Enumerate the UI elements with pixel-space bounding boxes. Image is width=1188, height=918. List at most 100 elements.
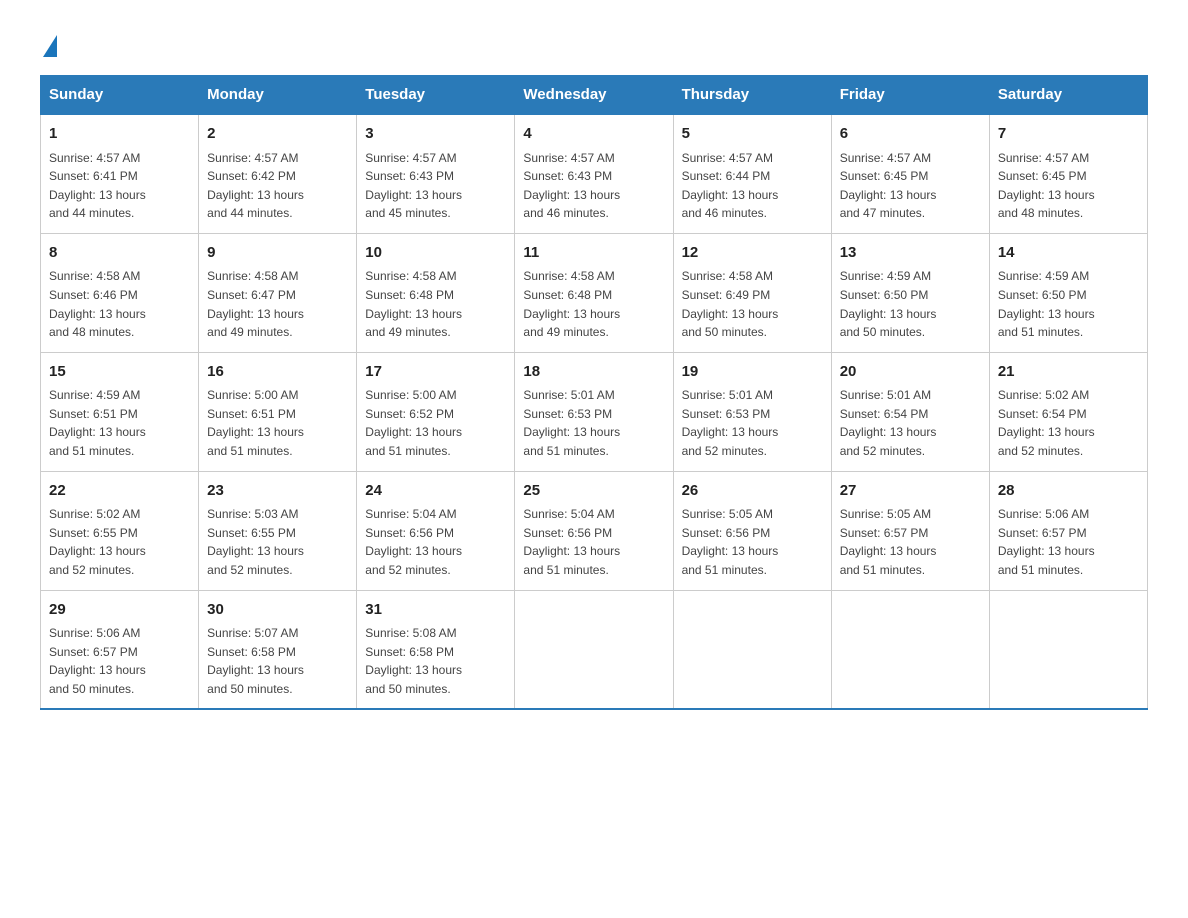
day-number: 6 xyxy=(840,123,981,146)
day-info: Sunrise: 5:06 AM Sunset: 6:57 PM Dayligh… xyxy=(998,505,1139,579)
calendar-day-cell: 21 Sunrise: 5:02 AM Sunset: 6:54 PM Dayl… xyxy=(989,352,1147,471)
calendar-day-cell: 28 Sunrise: 5:06 AM Sunset: 6:57 PM Dayl… xyxy=(989,471,1147,590)
day-number: 5 xyxy=(682,123,823,146)
day-number: 3 xyxy=(365,123,506,146)
calendar-day-cell: 25 Sunrise: 5:04 AM Sunset: 6:56 PM Dayl… xyxy=(515,471,673,590)
calendar-header-row: SundayMondayTuesdayWednesdayThursdayFrid… xyxy=(41,76,1148,115)
day-info: Sunrise: 5:05 AM Sunset: 6:57 PM Dayligh… xyxy=(840,505,981,579)
calendar-day-cell: 18 Sunrise: 5:01 AM Sunset: 6:53 PM Dayl… xyxy=(515,352,673,471)
calendar-day-cell: 29 Sunrise: 5:06 AM Sunset: 6:57 PM Dayl… xyxy=(41,590,199,709)
day-info: Sunrise: 5:06 AM Sunset: 6:57 PM Dayligh… xyxy=(49,624,190,698)
logo xyxy=(40,30,57,55)
day-number: 19 xyxy=(682,361,823,384)
logo-triangle-icon xyxy=(43,35,57,57)
calendar-week-row: 15 Sunrise: 4:59 AM Sunset: 6:51 PM Dayl… xyxy=(41,352,1148,471)
calendar-day-cell: 6 Sunrise: 4:57 AM Sunset: 6:45 PM Dayli… xyxy=(831,114,989,233)
day-info: Sunrise: 5:00 AM Sunset: 6:52 PM Dayligh… xyxy=(365,386,506,460)
day-number: 4 xyxy=(523,123,664,146)
day-info: Sunrise: 4:57 AM Sunset: 6:44 PM Dayligh… xyxy=(682,149,823,223)
calendar-week-row: 22 Sunrise: 5:02 AM Sunset: 6:55 PM Dayl… xyxy=(41,471,1148,590)
day-info: Sunrise: 5:02 AM Sunset: 6:54 PM Dayligh… xyxy=(998,386,1139,460)
calendar-week-row: 1 Sunrise: 4:57 AM Sunset: 6:41 PM Dayli… xyxy=(41,114,1148,233)
calendar-day-cell: 12 Sunrise: 4:58 AM Sunset: 6:49 PM Dayl… xyxy=(673,233,831,352)
day-number: 7 xyxy=(998,123,1139,146)
day-info: Sunrise: 5:07 AM Sunset: 6:58 PM Dayligh… xyxy=(207,624,348,698)
day-info: Sunrise: 5:01 AM Sunset: 6:54 PM Dayligh… xyxy=(840,386,981,460)
calendar-week-row: 29 Sunrise: 5:06 AM Sunset: 6:57 PM Dayl… xyxy=(41,590,1148,709)
day-number: 12 xyxy=(682,242,823,265)
calendar-day-cell: 8 Sunrise: 4:58 AM Sunset: 6:46 PM Dayli… xyxy=(41,233,199,352)
day-number: 13 xyxy=(840,242,981,265)
calendar-day-cell: 27 Sunrise: 5:05 AM Sunset: 6:57 PM Dayl… xyxy=(831,471,989,590)
day-info: Sunrise: 5:00 AM Sunset: 6:51 PM Dayligh… xyxy=(207,386,348,460)
day-info: Sunrise: 4:57 AM Sunset: 6:43 PM Dayligh… xyxy=(523,149,664,223)
calendar-day-cell: 19 Sunrise: 5:01 AM Sunset: 6:53 PM Dayl… xyxy=(673,352,831,471)
day-number: 2 xyxy=(207,123,348,146)
calendar-day-cell: 31 Sunrise: 5:08 AM Sunset: 6:58 PM Dayl… xyxy=(357,590,515,709)
day-of-week-header: Sunday xyxy=(41,76,199,115)
day-number: 14 xyxy=(998,242,1139,265)
calendar-day-cell: 2 Sunrise: 4:57 AM Sunset: 6:42 PM Dayli… xyxy=(199,114,357,233)
day-of-week-header: Saturday xyxy=(989,76,1147,115)
day-number: 21 xyxy=(998,361,1139,384)
calendar-day-cell: 7 Sunrise: 4:57 AM Sunset: 6:45 PM Dayli… xyxy=(989,114,1147,233)
calendar-day-cell: 16 Sunrise: 5:00 AM Sunset: 6:51 PM Dayl… xyxy=(199,352,357,471)
calendar-day-cell: 30 Sunrise: 5:07 AM Sunset: 6:58 PM Dayl… xyxy=(199,590,357,709)
day-number: 22 xyxy=(49,480,190,503)
day-info: Sunrise: 5:08 AM Sunset: 6:58 PM Dayligh… xyxy=(365,624,506,698)
calendar-day-cell: 24 Sunrise: 5:04 AM Sunset: 6:56 PM Dayl… xyxy=(357,471,515,590)
calendar-day-cell: 17 Sunrise: 5:00 AM Sunset: 6:52 PM Dayl… xyxy=(357,352,515,471)
day-number: 18 xyxy=(523,361,664,384)
calendar-day-cell: 22 Sunrise: 5:02 AM Sunset: 6:55 PM Dayl… xyxy=(41,471,199,590)
day-info: Sunrise: 4:58 AM Sunset: 6:46 PM Dayligh… xyxy=(49,267,190,341)
day-number: 8 xyxy=(49,242,190,265)
calendar-day-cell: 5 Sunrise: 4:57 AM Sunset: 6:44 PM Dayli… xyxy=(673,114,831,233)
day-info: Sunrise: 4:59 AM Sunset: 6:50 PM Dayligh… xyxy=(840,267,981,341)
day-info: Sunrise: 5:01 AM Sunset: 6:53 PM Dayligh… xyxy=(523,386,664,460)
day-number: 31 xyxy=(365,599,506,622)
day-of-week-header: Monday xyxy=(199,76,357,115)
calendar-day-cell: 3 Sunrise: 4:57 AM Sunset: 6:43 PM Dayli… xyxy=(357,114,515,233)
calendar-day-cell: 1 Sunrise: 4:57 AM Sunset: 6:41 PM Dayli… xyxy=(41,114,199,233)
day-info: Sunrise: 4:57 AM Sunset: 6:42 PM Dayligh… xyxy=(207,149,348,223)
day-number: 15 xyxy=(49,361,190,384)
day-info: Sunrise: 5:01 AM Sunset: 6:53 PM Dayligh… xyxy=(682,386,823,460)
day-info: Sunrise: 5:04 AM Sunset: 6:56 PM Dayligh… xyxy=(365,505,506,579)
page-header xyxy=(40,30,1148,55)
day-number: 27 xyxy=(840,480,981,503)
calendar-day-cell: 26 Sunrise: 5:05 AM Sunset: 6:56 PM Dayl… xyxy=(673,471,831,590)
day-info: Sunrise: 4:57 AM Sunset: 6:45 PM Dayligh… xyxy=(840,149,981,223)
calendar-day-cell: 23 Sunrise: 5:03 AM Sunset: 6:55 PM Dayl… xyxy=(199,471,357,590)
day-number: 30 xyxy=(207,599,348,622)
day-info: Sunrise: 4:58 AM Sunset: 6:48 PM Dayligh… xyxy=(523,267,664,341)
calendar-day-cell: 10 Sunrise: 4:58 AM Sunset: 6:48 PM Dayl… xyxy=(357,233,515,352)
day-info: Sunrise: 4:57 AM Sunset: 6:43 PM Dayligh… xyxy=(365,149,506,223)
day-number: 25 xyxy=(523,480,664,503)
calendar-table: SundayMondayTuesdayWednesdayThursdayFrid… xyxy=(40,75,1148,710)
day-number: 1 xyxy=(49,123,190,146)
calendar-day-cell: 20 Sunrise: 5:01 AM Sunset: 6:54 PM Dayl… xyxy=(831,352,989,471)
day-info: Sunrise: 4:58 AM Sunset: 6:49 PM Dayligh… xyxy=(682,267,823,341)
day-info: Sunrise: 4:58 AM Sunset: 6:48 PM Dayligh… xyxy=(365,267,506,341)
day-info: Sunrise: 4:59 AM Sunset: 6:50 PM Dayligh… xyxy=(998,267,1139,341)
calendar-day-cell: 9 Sunrise: 4:58 AM Sunset: 6:47 PM Dayli… xyxy=(199,233,357,352)
day-info: Sunrise: 4:57 AM Sunset: 6:41 PM Dayligh… xyxy=(49,149,190,223)
day-info: Sunrise: 4:58 AM Sunset: 6:47 PM Dayligh… xyxy=(207,267,348,341)
calendar-day-cell xyxy=(515,590,673,709)
day-of-week-header: Tuesday xyxy=(357,76,515,115)
day-number: 17 xyxy=(365,361,506,384)
day-info: Sunrise: 5:02 AM Sunset: 6:55 PM Dayligh… xyxy=(49,505,190,579)
day-number: 16 xyxy=(207,361,348,384)
day-info: Sunrise: 5:05 AM Sunset: 6:56 PM Dayligh… xyxy=(682,505,823,579)
day-number: 11 xyxy=(523,242,664,265)
day-info: Sunrise: 4:57 AM Sunset: 6:45 PM Dayligh… xyxy=(998,149,1139,223)
day-number: 26 xyxy=(682,480,823,503)
day-number: 9 xyxy=(207,242,348,265)
day-number: 10 xyxy=(365,242,506,265)
day-of-week-header: Wednesday xyxy=(515,76,673,115)
day-of-week-header: Thursday xyxy=(673,76,831,115)
day-number: 20 xyxy=(840,361,981,384)
day-of-week-header: Friday xyxy=(831,76,989,115)
calendar-day-cell xyxy=(989,590,1147,709)
calendar-day-cell: 11 Sunrise: 4:58 AM Sunset: 6:48 PM Dayl… xyxy=(515,233,673,352)
